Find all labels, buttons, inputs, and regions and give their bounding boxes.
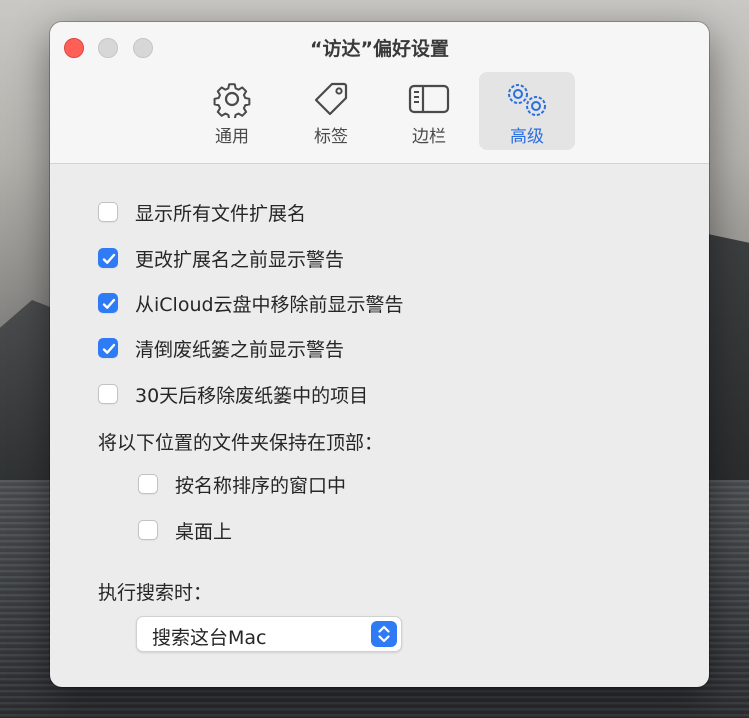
option-label: 30天后移除废纸篓中的项目 <box>135 384 369 407</box>
finder-preferences-window: “访达”偏好设置 通用 标签 边栏 高级 显示所有文件扩展名 更改扩展名之前显示… <box>50 22 709 687</box>
checkbox-remove-trash-30-days[interactable] <box>98 384 118 404</box>
chevron-updown-icon <box>371 621 397 647</box>
tab-tags[interactable]: 标签 <box>283 72 379 150</box>
checkbox-folders-top-desktop[interactable] <box>138 520 158 540</box>
tab-sidebar-label: 边栏 <box>412 127 446 147</box>
tab-advanced[interactable]: 高级 <box>479 72 575 150</box>
checkbox-warn-change-extension[interactable] <box>98 248 118 268</box>
search-scope-label: 执行搜索时： <box>98 582 213 604</box>
option-warn-icloud-remove[interactable]: 从iCloud云盘中移除前显示警告 <box>98 289 404 317</box>
gears-icon <box>479 80 575 118</box>
checkbox-warn-empty-trash[interactable] <box>98 338 118 358</box>
checkmark-icon <box>102 343 116 354</box>
option-folders-top-windows[interactable]: 按名称排序的窗口中 <box>138 470 346 498</box>
checkmark-icon <box>102 298 116 309</box>
checkmark-icon <box>102 253 116 264</box>
toolbar: “访达”偏好设置 通用 标签 边栏 高级 <box>50 22 709 164</box>
search-scope-select[interactable]: 搜索这台Mac <box>136 616 402 652</box>
option-label: 清倒废纸篓之前显示警告 <box>135 338 345 361</box>
window-title: “访达”偏好设置 <box>310 38 449 60</box>
gear-icon <box>184 80 280 118</box>
checkbox-folders-top-windows[interactable] <box>138 474 158 494</box>
tab-general[interactable]: 通用 <box>184 72 280 150</box>
option-remove-trash-30-days[interactable]: 30天后移除废纸篓中的项目 <box>98 380 368 408</box>
tab-tags-label: 标签 <box>314 127 348 147</box>
checkbox-warn-icloud-remove[interactable] <box>98 293 118 313</box>
option-label: 显示所有文件扩展名 <box>135 202 307 225</box>
tab-sidebar[interactable]: 边栏 <box>381 72 477 150</box>
option-label: 从iCloud云盘中移除前显示警告 <box>135 293 404 316</box>
tag-icon <box>283 80 379 118</box>
tab-general-label: 通用 <box>215 127 249 147</box>
folders-on-top-heading: 将以下位置的文件夹保持在顶部： <box>98 432 384 454</box>
option-label: 桌面上 <box>175 520 233 543</box>
sidebar-icon <box>381 80 477 118</box>
search-scope-value: 搜索这台Mac <box>152 627 267 649</box>
tab-advanced-label: 高级 <box>510 127 544 147</box>
option-label: 按名称排序的窗口中 <box>175 474 347 497</box>
option-warn-empty-trash[interactable]: 清倒废纸篓之前显示警告 <box>98 334 344 362</box>
option-label: 更改扩展名之前显示警告 <box>135 248 345 271</box>
option-folders-top-desktop[interactable]: 桌面上 <box>138 516 232 544</box>
checkbox-show-extensions[interactable] <box>98 202 118 222</box>
option-show-extensions[interactable]: 显示所有文件扩展名 <box>98 198 306 226</box>
option-warn-change-extension[interactable]: 更改扩展名之前显示警告 <box>98 244 344 272</box>
